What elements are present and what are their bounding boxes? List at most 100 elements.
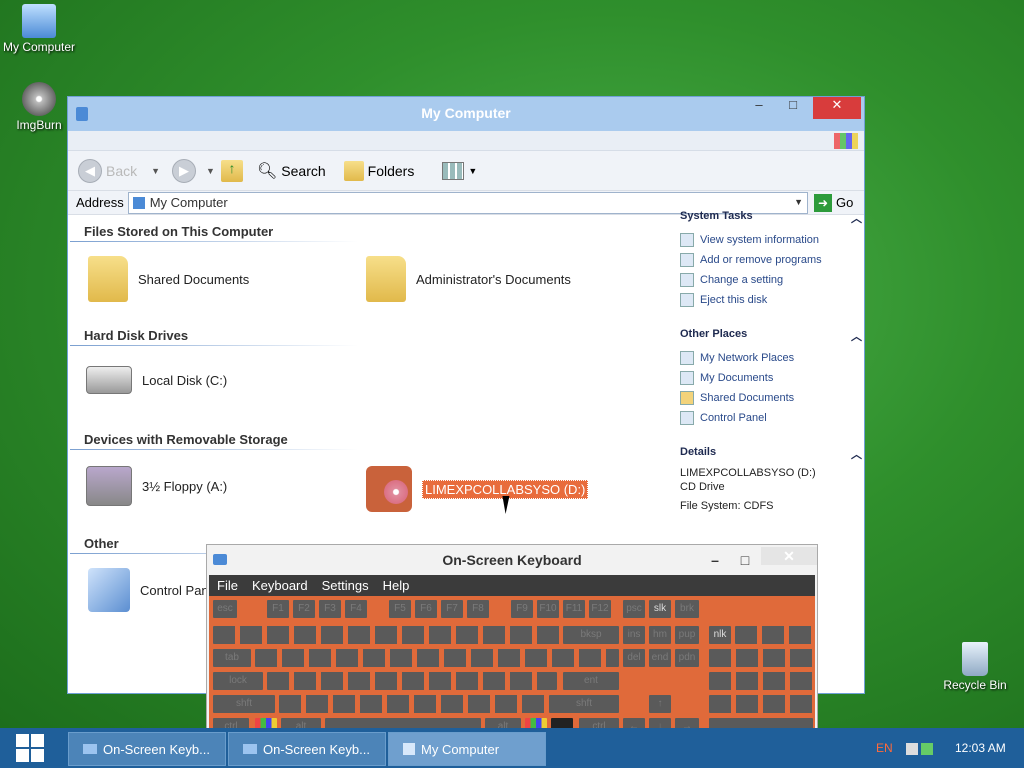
key-pdn[interactable]: pdn (675, 649, 699, 667)
key-f9[interactable]: F9 (511, 600, 533, 618)
key-pup[interactable]: pup (675, 626, 699, 644)
key-f8[interactable]: F8 (467, 600, 489, 618)
key-left-shift[interactable]: shft (213, 695, 275, 713)
group-heading: Devices with Removable Storage (84, 432, 288, 447)
details-header[interactable]: Details ︿ (680, 446, 862, 462)
key-brk[interactable]: brk (675, 600, 699, 618)
key-f6[interactable]: F6 (415, 600, 437, 618)
osk-maximize-button[interactable]: □ (735, 545, 755, 575)
key-f3[interactable]: F3 (319, 600, 341, 618)
address-dropdown-icon[interactable]: ▼ (794, 197, 803, 207)
administrator-documents-item[interactable]: Administrator's Documents (366, 256, 571, 302)
key-esc[interactable]: esc (213, 600, 237, 618)
change-setting-link[interactable]: Change a setting (680, 270, 862, 290)
forward-arrow-icon: ▶ (172, 158, 197, 183)
key-f7[interactable]: F7 (441, 600, 463, 618)
numpad-top-keys[interactable] (735, 626, 813, 644)
key-f4[interactable]: F4 (345, 600, 367, 618)
taskbar-button-my-computer[interactable]: My Computer (388, 732, 546, 766)
minimize-button[interactable]: – (744, 97, 774, 119)
key-slk[interactable]: slk (649, 600, 671, 618)
views-button[interactable]: ▼ (442, 161, 477, 180)
key-tab[interactable]: tab (213, 649, 251, 667)
search-button[interactable]: 🔍︎ Search (257, 161, 326, 181)
key-f5[interactable]: F5 (389, 600, 411, 618)
search-label: Search (281, 162, 326, 179)
letter-row-1-keys[interactable] (255, 649, 619, 667)
cd-drive-item[interactable]: LIMEXPCOLLABSYSO (D:) (366, 466, 589, 512)
forward-button[interactable]: ▶ ▼ (172, 158, 215, 183)
window-titlebar[interactable]: My Computer – □ ✕ (68, 97, 864, 131)
network-places-link[interactable]: My Network Places (680, 348, 862, 368)
link-label: My Documents (700, 372, 774, 384)
control-panel-icon (680, 411, 694, 425)
osk-menu-keyboard[interactable]: Keyboard (252, 578, 308, 593)
system-info-icon (680, 233, 694, 247)
taskbar-button-osk-1[interactable]: On-Screen Keyb... (68, 732, 226, 766)
numpad-row-3-keys[interactable] (709, 695, 813, 713)
key-del[interactable]: del (623, 649, 645, 667)
eject-disk-link[interactable]: Eject this disk (680, 290, 862, 310)
collapse-icon[interactable]: ︿ (851, 210, 862, 226)
close-button[interactable]: ✕ (813, 97, 861, 119)
details-type: CD Drive (680, 481, 725, 493)
control-panel-item[interactable]: Control Panel (88, 568, 219, 612)
collapse-icon[interactable]: ︿ (851, 446, 862, 462)
key-enter[interactable]: ent (563, 672, 619, 690)
key-hm[interactable]: hm (649, 626, 671, 644)
folders-button[interactable]: Folders (343, 160, 414, 181)
control-panel-link[interactable]: Control Panel (680, 408, 862, 428)
floppy-item[interactable]: 3½ Floppy (A:) (86, 466, 227, 506)
start-button[interactable] (0, 728, 60, 768)
key-bksp[interactable]: bksp (563, 626, 619, 644)
tray-icons[interactable] (906, 728, 934, 768)
collapse-icon[interactable]: ︿ (851, 328, 862, 344)
key-f11[interactable]: F11 (563, 600, 585, 618)
key-up[interactable]: ↑ (649, 695, 671, 713)
osk-minimize-button[interactable]: – (705, 545, 725, 575)
numpad-row-2-keys[interactable] (709, 672, 813, 690)
go-button[interactable]: ➜ Go (808, 193, 864, 212)
numpad-row-1-keys[interactable] (709, 649, 813, 667)
desktop-icon-recycle-bin[interactable]: Recycle Bin (936, 642, 1014, 692)
views-icon (442, 161, 465, 180)
letter-row-3-keys[interactable] (279, 695, 545, 713)
shared-documents-link[interactable]: Shared Documents (680, 388, 862, 408)
key-nlk[interactable]: nlk (709, 626, 731, 644)
shared-documents-item[interactable]: Shared Documents (88, 256, 249, 302)
system-tasks-header[interactable]: System Tasks ︿ (680, 210, 862, 226)
osk-menu-help[interactable]: Help (383, 578, 410, 593)
number-row-keys[interactable] (213, 626, 601, 644)
taskbar-button-osk-2[interactable]: On-Screen Keyb... (228, 732, 386, 766)
key-f2[interactable]: F2 (293, 600, 315, 618)
clock[interactable]: 12:03 AM (955, 728, 1006, 768)
osk-menu-settings[interactable]: Settings (322, 578, 369, 593)
up-folder-button[interactable]: ↑ (220, 159, 243, 182)
back-dropdown-icon[interactable]: ▼ (141, 166, 160, 176)
item-label: Administrator's Documents (416, 271, 571, 287)
osk-titlebar[interactable]: On-Screen Keyboard – □ ✕ (207, 545, 817, 575)
key-end[interactable]: end (649, 649, 671, 667)
other-places-header[interactable]: Other Places ︿ (680, 328, 862, 344)
back-button[interactable]: ◀ Back ▼ (78, 158, 160, 183)
local-disk-item[interactable]: Local Disk (C:) (86, 366, 227, 394)
key-right-shift[interactable]: shft (549, 695, 619, 713)
osk-menu-file[interactable]: File (217, 578, 238, 593)
osk-close-button[interactable]: ✕ (761, 547, 817, 565)
view-system-info-link[interactable]: View system information (680, 230, 862, 250)
my-documents-link[interactable]: My Documents (680, 368, 862, 388)
key-f12[interactable]: F12 (589, 600, 611, 618)
language-indicator[interactable]: EN (876, 728, 893, 768)
key-f10[interactable]: F10 (537, 600, 559, 618)
key-lock[interactable]: lock (213, 672, 263, 690)
key-ins[interactable]: ins (623, 626, 645, 644)
forward-dropdown-icon[interactable]: ▼ (200, 166, 215, 176)
key-f1[interactable]: F1 (267, 600, 289, 618)
add-remove-programs-link[interactable]: Add or remove programs (680, 250, 862, 270)
key-psc[interactable]: psc (623, 600, 645, 618)
maximize-button[interactable]: □ (778, 97, 808, 119)
letter-row-2-keys[interactable] (267, 672, 557, 690)
desktop-icon-label: Recycle Bin (943, 678, 1007, 692)
floppy-drive-icon (86, 466, 132, 506)
desktop-icon-my-computer[interactable]: My Computer (0, 4, 78, 54)
